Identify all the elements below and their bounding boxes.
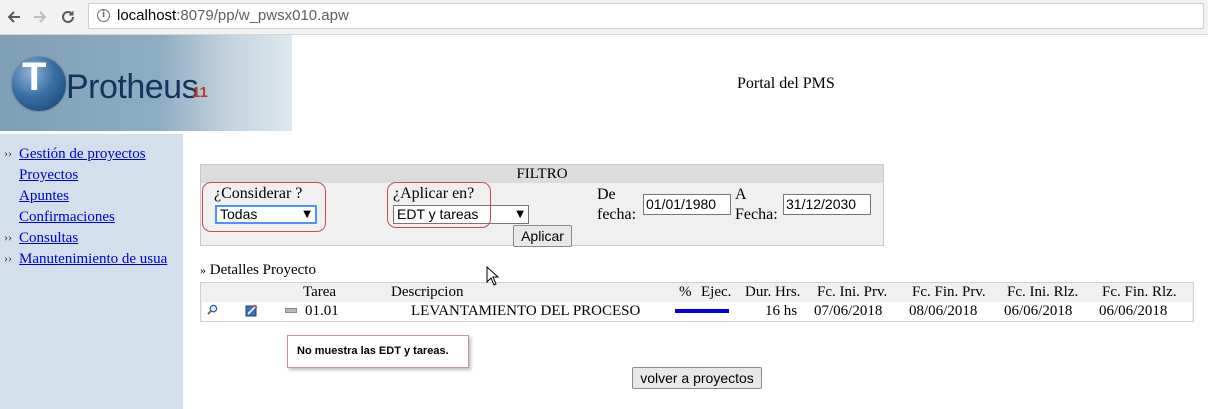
reload-icon — [62, 10, 74, 23]
col-dur-hrs: Dur. Hrs. — [745, 284, 801, 300]
highlight-ring-aplicar — [387, 182, 491, 228]
arrow-right-icon — [34, 11, 47, 23]
reload-button[interactable] — [56, 5, 80, 29]
cell-fc-ini-rlz: 06/06/2018 — [1004, 303, 1073, 319]
a-fecha-label-2: Fecha: — [735, 206, 778, 223]
details-title: » Detalles Proyecto — [200, 262, 316, 279]
col-fc-ini-prv: Fc. Ini. Prv. — [817, 284, 888, 300]
back-button[interactable] — [2, 5, 26, 29]
col-fc-ini-rlz: Fc. Ini. Rlz. — [1007, 284, 1079, 300]
sidebar-link-apuntes[interactable]: Apuntes — [19, 186, 69, 206]
details-title-text: Detalles Proyecto — [209, 262, 316, 278]
col-fc-fin-rlz: Fc. Fin. Rlz. — [1102, 284, 1177, 300]
de-fecha-label-1: De — [597, 186, 616, 203]
url-text: localhost:8079/pp/w_pwsx010.apw — [117, 7, 349, 24]
logo-text: Protheus — [66, 68, 199, 106]
edit-icon[interactable] — [245, 304, 258, 317]
logo-version: 11 — [192, 84, 208, 101]
sidebar-link-proyectos[interactable]: Proyectos — [19, 165, 78, 185]
cell-dur-hrs: 16 hs — [765, 303, 798, 319]
cell-fc-fin-prv: 08/06/2018 — [909, 303, 978, 319]
mouse-cursor-icon — [486, 266, 500, 286]
sidebar-link-confirmaciones[interactable]: Confirmaciones — [19, 207, 115, 227]
address-bar[interactable]: i localhost:8079/pp/w_pwsx010.apw — [88, 3, 1204, 29]
bullet-icon: ›› — [4, 251, 12, 265]
sidebar-link-gestion[interactable]: Gestión de proyectos — [19, 144, 146, 164]
cell-tarea: 01.01 — [305, 303, 339, 319]
logo-letter: T — [22, 55, 46, 99]
a-fecha-input[interactable]: 31/12/2030 — [783, 194, 871, 215]
sidebar-link-manutenimiento[interactable]: Manutenimiento de usua — [19, 249, 167, 269]
chevron-down-icon: ▼ — [516, 209, 524, 220]
filter-title: FILTRO — [201, 165, 883, 183]
highlight-ring-considerar — [202, 182, 326, 232]
annotation-callout: No muestra las EDT y tareas. — [287, 335, 469, 368]
arrow-left-icon — [7, 11, 20, 23]
cell-fc-fin-rlz: 06/06/2018 — [1099, 303, 1168, 319]
de-fecha-label-2: fecha: — [597, 206, 637, 223]
col-fc-fin-prv: Fc. Fin. Prv. — [912, 284, 986, 300]
cell-fc-ini-prv: 07/06/2018 — [814, 303, 883, 319]
aplicar-button[interactable]: Aplicar — [513, 225, 572, 247]
de-fecha-input[interactable]: 01/01/1980 — [643, 194, 731, 215]
details-table: Tarea Descripcion % Ejec. Dur. Hrs. Fc. … — [200, 282, 1194, 322]
bullet-icon: » — [200, 263, 206, 277]
ejec-progress-bar — [675, 309, 729, 313]
portal-title: Portal del PMS — [737, 75, 835, 92]
search-icon[interactable] — [207, 304, 218, 315]
col-tarea: Tarea — [303, 284, 337, 300]
bullet-icon: ›› — [4, 230, 12, 244]
col-percent: % — [679, 284, 692, 300]
col-descripcion: Descripcion — [391, 284, 464, 300]
a-fecha-label-1: A — [735, 186, 747, 203]
sidebar: ›› Gestión de proyectos Proyectos Apunte… — [0, 134, 183, 409]
protheus-logo: T Protheus 11 — [0, 35, 292, 131]
forward-button[interactable] — [28, 5, 52, 29]
volver-button[interactable]: volver a proyectos — [632, 367, 762, 389]
browser-toolbar: i localhost:8079/pp/w_pwsx010.apw — [0, 0, 1208, 35]
bullet-icon: ›› — [4, 146, 12, 160]
col-ejec: Ejec. — [701, 284, 732, 300]
cell-descripcion: LEVANTAMIENTO DEL PROCESO — [411, 303, 641, 319]
info-icon[interactable]: i — [97, 9, 110, 22]
collapse-icon[interactable] — [285, 308, 297, 313]
sidebar-link-consultas[interactable]: Consultas — [19, 228, 78, 248]
